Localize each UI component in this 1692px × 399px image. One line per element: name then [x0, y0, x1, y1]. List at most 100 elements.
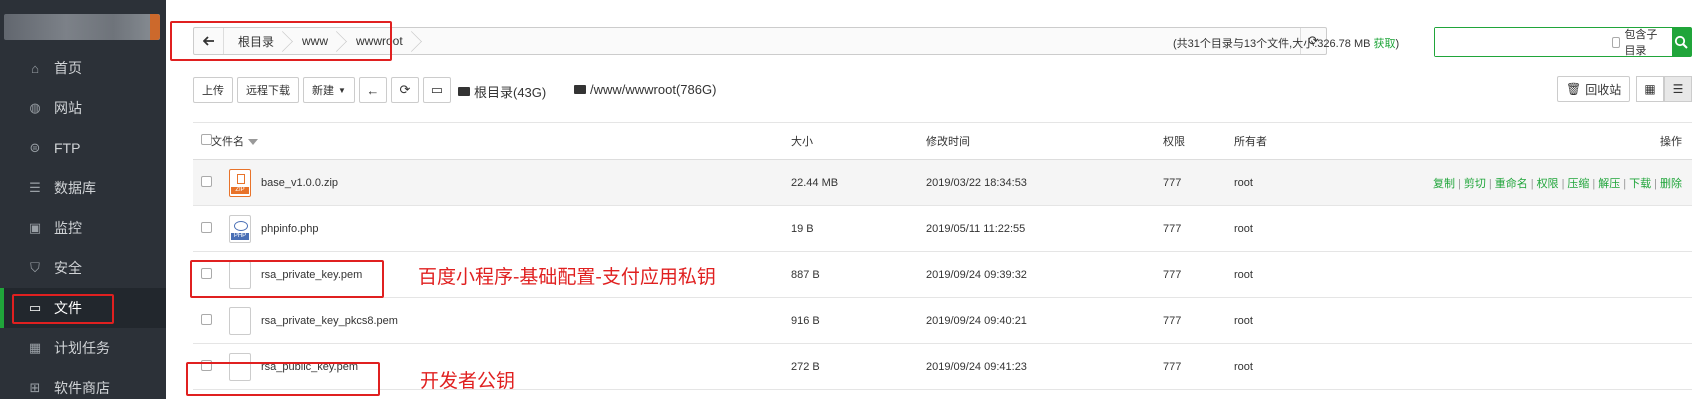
logo: [4, 14, 160, 40]
table-row[interactable]: phpinfo.php 19 B 2019/05/11 11:22:55 777…: [193, 206, 1692, 252]
file-name[interactable]: base_v1.0.0.zip: [261, 177, 338, 189]
file-name[interactable]: rsa_private_key.pem: [261, 269, 362, 281]
breadcrumb-root[interactable]: 根目录: [224, 28, 288, 54]
file-name[interactable]: rsa_private_key_pkcs8.pem: [261, 315, 398, 327]
file-owner: root: [1234, 222, 1253, 235]
list-view-button[interactable]: ☰: [1664, 76, 1692, 102]
sidebar-item-website[interactable]: ◍ 网站: [0, 88, 166, 128]
rename-link[interactable]: 重命名: [1495, 178, 1528, 190]
back-button[interactable]: ←: [358, 77, 387, 103]
sidebar-item-database[interactable]: ☰ 数据库: [0, 168, 166, 208]
grid-icon: ▦: [1644, 82, 1656, 96]
file-perm[interactable]: 777: [1163, 315, 1181, 327]
download-link[interactable]: 下载: [1629, 178, 1651, 190]
breadcrumb-www[interactable]: www: [288, 28, 342, 54]
search-input[interactable]: [1435, 28, 1612, 56]
sidebar-item-store[interactable]: ⊞ 软件商店: [0, 368, 166, 399]
disk-wwwroot[interactable]: /www/wwwroot(786G): [574, 82, 716, 97]
file-mtime: 2019/09/24 09:41:23: [926, 360, 1027, 373]
file-name[interactable]: rsa_public_key.pem: [261, 361, 358, 373]
file-owner: root: [1234, 360, 1253, 373]
include-subdir-checkbox[interactable]: 包含子目录: [1612, 28, 1672, 57]
header-name[interactable]: 文件名: [211, 133, 258, 149]
cut-link[interactable]: 剪切: [1464, 178, 1486, 190]
hdd-icon: [574, 85, 586, 94]
header-mtime[interactable]: 修改时间: [926, 133, 970, 149]
ftp-icon: ⊜: [29, 140, 41, 155]
path-bar: 根目录 www wwwroot ⟳: [193, 27, 1327, 55]
delete-link[interactable]: 删除: [1660, 178, 1682, 190]
sidebar-nav: ⌂ 首页 ◍ 网站 ⊜ FTP ☰ 数据库 ▣ 监控 ⛉ 安全 ▭ 文件 ▦ 计划任务 ⊞ 软件商…: [0, 48, 166, 399]
row-checkbox[interactable]: [201, 175, 216, 190]
file-name[interactable]: phpinfo.php: [261, 223, 319, 235]
trash-icon: 🗑: [1566, 82, 1582, 96]
search-box: 包含子目录: [1434, 27, 1692, 57]
sidebar-item-cron[interactable]: ▦ 计划任务: [0, 328, 166, 368]
terminal-icon: ▭: [430, 82, 444, 97]
remote-download-button[interactable]: 远程下载: [237, 77, 299, 103]
terminal-button[interactable]: ▭: [422, 77, 451, 103]
upload-button[interactable]: 上传: [193, 77, 233, 103]
file-icon: [229, 352, 251, 381]
file-toolbar: 上传 远程下载 新建 ▼ ← ⟳ ▭: [193, 77, 451, 103]
row-checkbox[interactable]: [201, 267, 216, 282]
permission-link[interactable]: 权限: [1537, 178, 1559, 190]
path-back-button[interactable]: [194, 28, 224, 54]
sidebar-item-monitor[interactable]: ▣ 监控: [0, 208, 166, 248]
header-size[interactable]: 大小: [791, 133, 813, 149]
file-owner: root: [1234, 314, 1253, 327]
extract-link[interactable]: 解压: [1598, 178, 1620, 190]
file-mtime: 2019/03/22 18:34:53: [926, 176, 1027, 189]
folder-icon: ▭: [28, 300, 42, 315]
calendar-icon: ▦: [28, 340, 42, 355]
globe-icon: ◍: [29, 100, 41, 115]
file-size: 916 B: [791, 314, 820, 327]
arrow-left-icon: ←: [366, 82, 380, 98]
file-size: 887 B: [791, 268, 820, 281]
row-actions: 复制 | 剪切 | 重命名 | 权限 | 压缩 | 解压 | 下载 | 删除: [1432, 177, 1682, 190]
file-owner: root: [1234, 268, 1253, 281]
sidebar: ⌂ 首页 ◍ 网站 ⊜ FTP ☰ 数据库 ▣ 监控 ⛉ 安全 ▭ 文件 ▦ 计划任务 ⊞ 软件商…: [0, 0, 166, 399]
summary-fetch-link[interactable]: 获取: [1374, 38, 1396, 50]
apps-icon: ⊞: [29, 380, 41, 395]
checkbox-icon: [201, 267, 212, 279]
grid-view-button[interactable]: ▦: [1636, 76, 1664, 102]
table-header: 文件名 大小 修改时间 权限 所有者 操作: [193, 122, 1692, 160]
file-perm[interactable]: 777: [1163, 223, 1181, 235]
breadcrumb-wwwroot[interactable]: wwwroot: [342, 28, 417, 54]
header-ops: 操作: [1660, 136, 1682, 148]
main-panel: 根目录 www wwwroot ⟳ (共31个目录与13个文件,大小:326.7…: [166, 0, 1692, 399]
file-perm[interactable]: 777: [1163, 177, 1181, 189]
checkbox-icon: [1612, 36, 1621, 48]
hdd-icon: [458, 87, 470, 96]
file-perm[interactable]: 777: [1163, 361, 1181, 373]
refresh-button[interactable]: ⟳: [390, 77, 419, 103]
arrow-left-icon: [202, 36, 214, 46]
sidebar-item-security[interactable]: ⛉ 安全: [0, 248, 166, 288]
monitor-icon: ▣: [28, 220, 42, 235]
directory-summary: (共31个目录与13个文件,大小:326.78 MB 获取): [1173, 38, 1400, 50]
file-owner: root: [1234, 176, 1253, 189]
row-checkbox[interactable]: [201, 359, 216, 374]
table-row[interactable]: rsa_public_key.pem 272 B 2019/09/24 09:4…: [193, 344, 1692, 390]
sidebar-item-home[interactable]: ⌂ 首页: [0, 48, 166, 88]
disk-root[interactable]: 根目录(43G): [458, 82, 546, 101]
compress-link[interactable]: 压缩: [1567, 178, 1589, 190]
table-row[interactable]: base_v1.0.0.zip 22.44 MB 2019/03/22 18:3…: [193, 160, 1692, 206]
public-key-annotation: 开发者公钥: [420, 370, 516, 392]
row-checkbox[interactable]: [201, 221, 216, 236]
new-dropdown-button[interactable]: 新建 ▼: [303, 77, 355, 103]
copy-link[interactable]: 复制: [1433, 178, 1455, 190]
database-icon: ☰: [29, 180, 41, 195]
table-row[interactable]: rsa_private_key_pkcs8.pem 916 B 2019/09/…: [193, 298, 1692, 344]
recycle-bin-button[interactable]: 🗑 回收站: [1557, 76, 1631, 102]
file-mtime: 2019/09/24 09:39:32: [926, 268, 1027, 281]
header-owner: 所有者: [1234, 136, 1267, 148]
file-icon: [229, 260, 251, 289]
sidebar-item-files[interactable]: ▭ 文件: [0, 288, 166, 328]
file-perm[interactable]: 777: [1163, 269, 1181, 281]
row-checkbox[interactable]: [201, 313, 216, 328]
search-button[interactable]: [1671, 28, 1691, 56]
file-table: 文件名 大小 修改时间 权限 所有者 操作 base_v1.0.0.zip 22…: [193, 122, 1692, 390]
sidebar-item-ftp[interactable]: ⊜ FTP: [0, 128, 166, 168]
